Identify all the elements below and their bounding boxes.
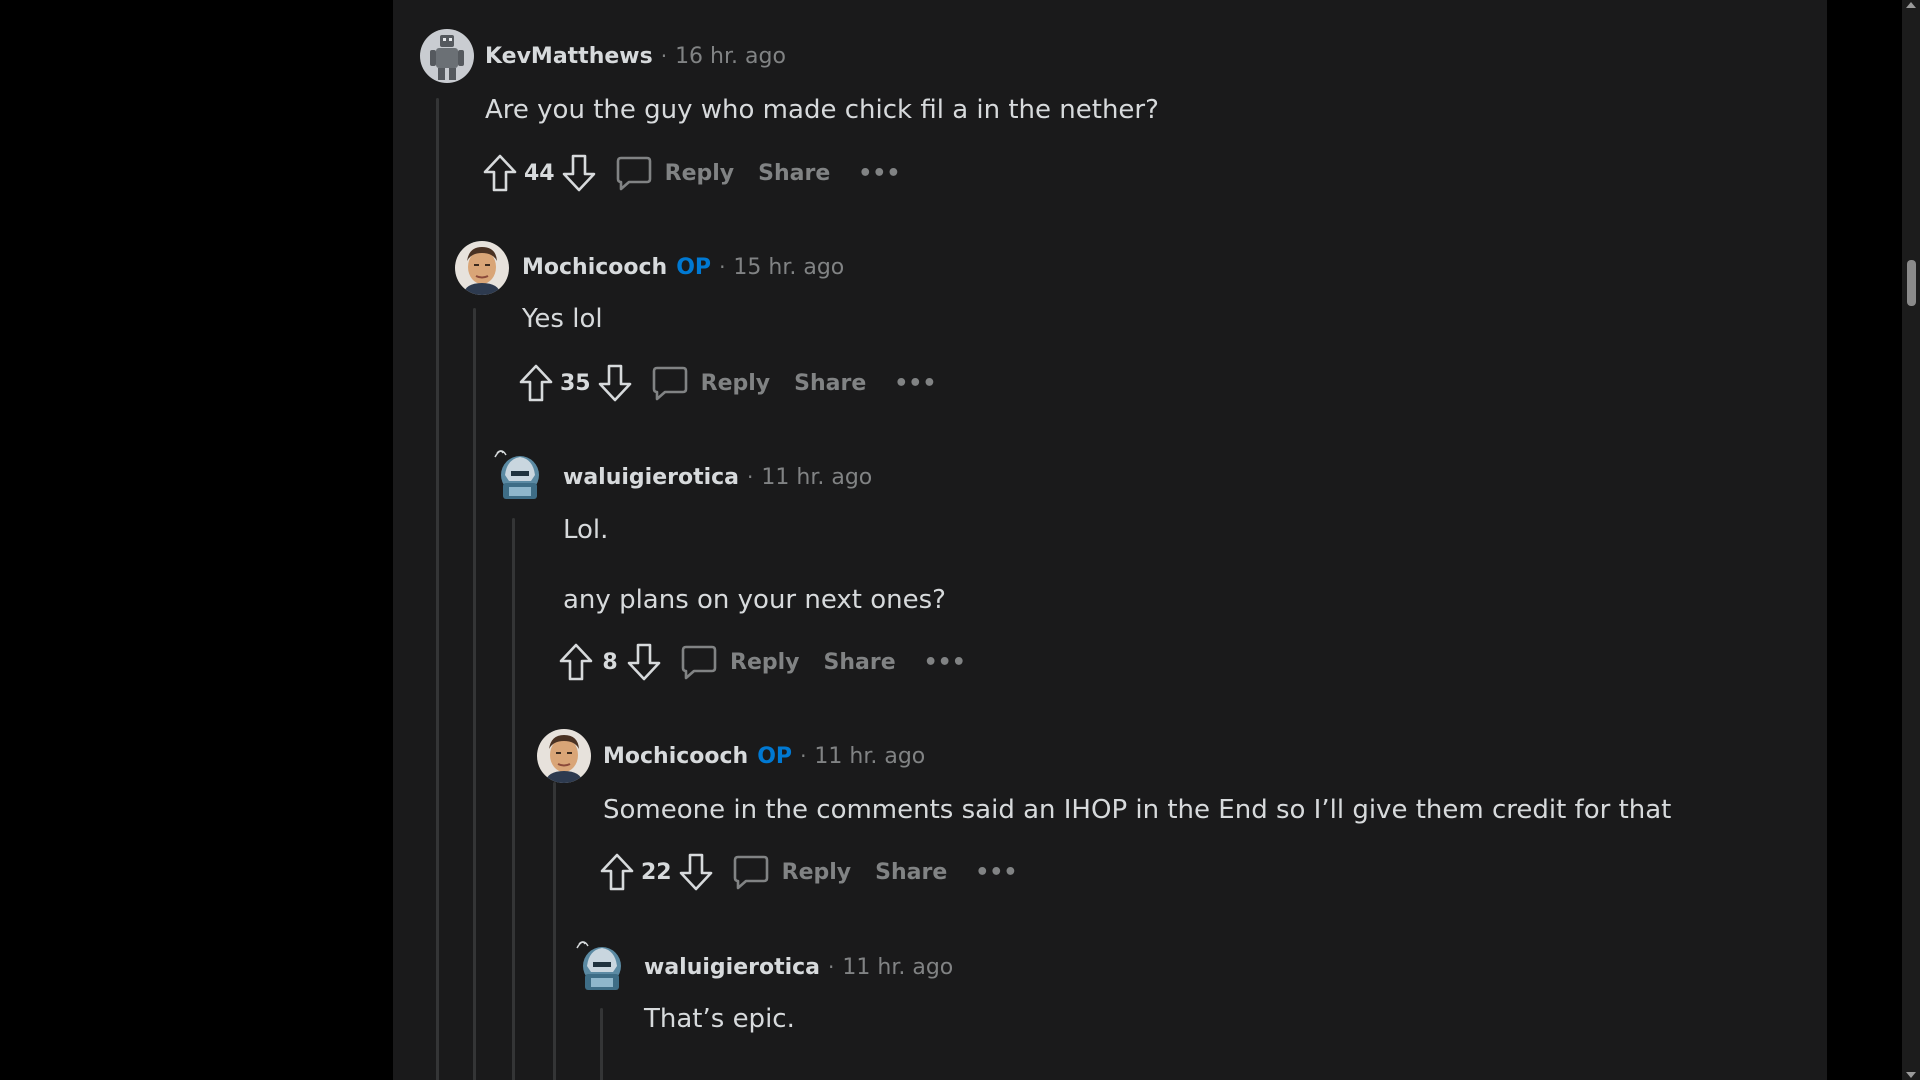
reply-button[interactable]: Reply	[732, 853, 852, 891]
comment-bubble-icon	[681, 645, 717, 680]
share-button[interactable]: Share	[794, 371, 866, 396]
author-name[interactable]: KevMatthews	[485, 44, 653, 69]
vote-score: 44	[524, 160, 555, 186]
meta-separator: ·	[747, 465, 754, 489]
comment-thread-column: KevMatthews · 16 hr. ago Are you the guy…	[393, 0, 1827, 1080]
op-badge: OP	[757, 743, 793, 769]
comment-meta: Mochicooch OP · 15 hr. ago	[522, 252, 844, 282]
downvote-arrow-icon	[627, 643, 661, 681]
comment-timestamp[interactable]: 16 hr. ago	[675, 44, 786, 69]
author-name[interactable]: Mochicooch	[603, 744, 748, 769]
man-avatar-icon[interactable]	[455, 241, 509, 295]
robot-avatar-icon[interactable]	[420, 29, 474, 83]
page: KevMatthews · 16 hr. ago Are you the guy…	[0, 0, 1920, 1080]
comment-text: any plans on your next ones?	[563, 585, 946, 615]
comment-timestamp[interactable]: 11 hr. ago	[842, 955, 953, 980]
scrollbar[interactable]	[1902, 0, 1920, 1080]
scroll-up-arrow-icon[interactable]	[1906, 2, 1916, 8]
comment-timestamp[interactable]: 11 hr. ago	[814, 744, 925, 769]
comment-actions: 35 Reply Share •••	[516, 361, 936, 405]
upvote-button[interactable]	[516, 361, 556, 405]
meta-separator: ·	[800, 744, 807, 768]
comment-meta: waluigierotica · 11 hr. ago	[644, 952, 953, 982]
comment-body: That’s epic.	[644, 1001, 795, 1037]
downvote-button[interactable]	[559, 151, 599, 195]
upvote-arrow-icon	[559, 643, 593, 681]
meta-separator: ·	[828, 955, 835, 979]
comment-body: Someone in the comments said an IHOP in …	[603, 792, 1671, 828]
scrollbar-thumb[interactable]	[1907, 260, 1916, 306]
author-name[interactable]: waluigierotica	[563, 465, 739, 490]
reply-button[interactable]: Reply	[651, 364, 771, 402]
downvote-button[interactable]	[624, 640, 664, 684]
more-options-icon[interactable]: •••	[924, 640, 966, 684]
upvote-button[interactable]	[556, 640, 596, 684]
share-button[interactable]: Share	[824, 650, 896, 675]
reply-label: Reply	[730, 649, 800, 675]
scroll-down-arrow-icon[interactable]	[1906, 1072, 1916, 1078]
thread-line[interactable]	[436, 98, 439, 1080]
op-badge: OP	[676, 254, 712, 280]
meta-separator: ·	[719, 255, 726, 279]
comment-text: That’s epic.	[644, 1004, 795, 1034]
comment-actions: 8 Reply Share •••	[556, 640, 966, 684]
knight-avatar-icon[interactable]	[493, 447, 547, 501]
reply-label: Reply	[700, 370, 771, 396]
comment-bubble-icon	[616, 156, 651, 191]
author-name[interactable]: waluigierotica	[644, 955, 820, 980]
downvote-button[interactable]	[595, 361, 635, 405]
reply-button[interactable]: Reply	[615, 154, 735, 192]
comment-text: Lol.	[563, 515, 609, 545]
comment-timestamp[interactable]: 15 hr. ago	[733, 255, 844, 280]
more-options-icon[interactable]: •••	[894, 361, 936, 405]
knight-avatar-icon[interactable]	[575, 938, 629, 992]
share-button[interactable]: Share	[758, 161, 830, 186]
upvote-arrow-icon	[483, 154, 517, 192]
author-name[interactable]: Mochicooch	[522, 255, 667, 280]
upvote-arrow-icon	[600, 853, 634, 891]
comment-bubble-icon	[733, 855, 768, 890]
comment-actions: 44 Reply Share •••	[480, 151, 900, 195]
comment-meta: waluigierotica · 11 hr. ago	[563, 462, 872, 492]
reply-button[interactable]: Reply	[680, 643, 800, 681]
comment-timestamp[interactable]: 11 hr. ago	[761, 465, 872, 490]
downvote-button[interactable]	[676, 850, 716, 894]
upvote-button[interactable]	[597, 850, 637, 894]
meta-separator: ·	[660, 44, 668, 68]
downvote-arrow-icon	[679, 853, 712, 891]
more-options-icon[interactable]: •••	[975, 850, 1017, 894]
comment-text: Someone in the comments said an IHOP in …	[603, 795, 1672, 825]
thread-line[interactable]	[473, 308, 476, 1080]
comment-bubble-icon	[652, 366, 687, 401]
share-button[interactable]: Share	[875, 860, 947, 885]
upvote-arrow-icon	[519, 364, 553, 402]
comment-body: Lol. any plans on your next ones?	[563, 512, 946, 618]
comment-body: Are you the guy who made chick fil a in …	[485, 92, 1159, 128]
comment-actions: 22 Reply Share •••	[597, 850, 1017, 894]
comment-meta: Mochicooch OP · 11 hr. ago	[603, 741, 925, 771]
thread-line[interactable]	[600, 1008, 603, 1080]
man-avatar-icon[interactable]	[537, 729, 591, 783]
vote-score: 22	[641, 859, 672, 885]
vote-score: 8	[602, 649, 618, 675]
reply-label: Reply	[664, 160, 735, 186]
thread-line[interactable]	[553, 782, 556, 1080]
downvote-arrow-icon	[562, 154, 595, 192]
vote-score: 35	[560, 370, 591, 396]
downvote-arrow-icon	[598, 364, 631, 402]
more-options-icon[interactable]: •••	[858, 151, 900, 195]
reply-label: Reply	[781, 859, 852, 885]
upvote-button[interactable]	[480, 151, 520, 195]
comment-text: Yes lol	[522, 304, 603, 334]
comment-meta: KevMatthews · 16 hr. ago	[485, 41, 786, 71]
comment-text: Are you the guy who made chick fil a in …	[485, 95, 1159, 125]
thread-line[interactable]	[512, 518, 515, 1080]
comment-body: Yes lol	[522, 301, 603, 337]
